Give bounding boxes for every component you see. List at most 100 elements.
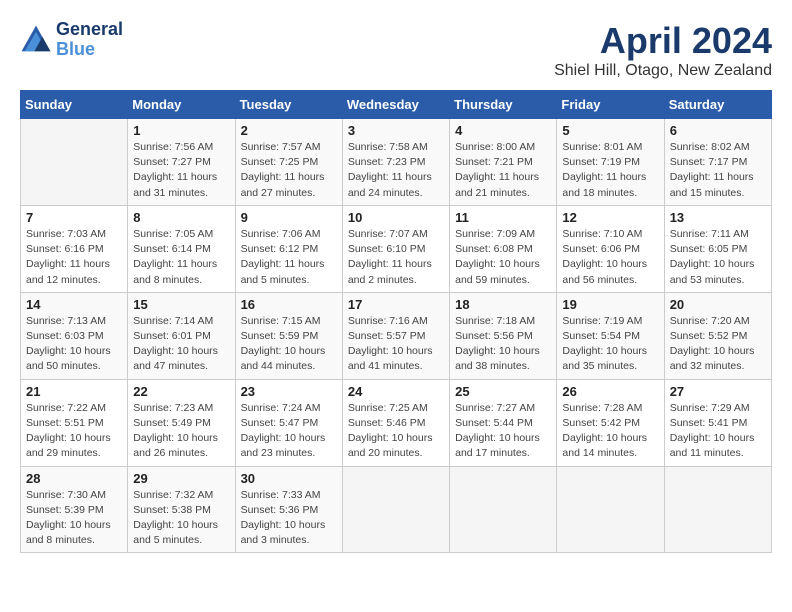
day-number: 23 — [241, 384, 337, 399]
calendar-cell: 21 Sunrise: 7:22 AMSunset: 5:51 PMDayligh… — [21, 379, 128, 466]
day-info: Sunrise: 7:06 AMSunset: 6:12 PMDaylight:… — [241, 227, 337, 288]
calendar-cell: 16Sunrise: 7:15 AMSunset: 5:59 PMDayligh… — [235, 292, 342, 379]
day-info: Sunrise: 7:29 AMSunset: 5:41 PMDaylight:… — [670, 401, 766, 462]
day-info: Sunrise: 7:10 AMSunset: 6:06 PMDaylight:… — [562, 227, 658, 288]
day-number: 29 — [133, 471, 229, 486]
day-number: 7 — [26, 210, 122, 225]
page-header: General Blue April 2024 Shiel Hill, Otag… — [20, 20, 772, 80]
calendar-cell: 13Sunrise: 7:11 AMSunset: 6:05 PMDayligh… — [664, 205, 771, 292]
day-info: Sunrise: 7:32 AMSunset: 5:38 PMDaylight:… — [133, 488, 229, 549]
day-info: Sunrise: 7:23 AMSunset: 5:49 PMDaylight:… — [133, 401, 229, 462]
day-info: Sunrise: 7:25 AMSunset: 5:46 PMDaylight:… — [348, 401, 444, 462]
calendar-cell — [450, 466, 557, 553]
day-number: 30 — [241, 471, 337, 486]
day-number: 26 — [562, 384, 658, 399]
day-info: Sunrise: 7:58 AMSunset: 7:23 PMDaylight:… — [348, 140, 444, 201]
logo-icon — [20, 24, 52, 56]
day-info: Sunrise: 7:18 AMSunset: 5:56 PMDaylight:… — [455, 314, 551, 375]
calendar-cell: 9 Sunrise: 7:06 AMSunset: 6:12 PMDaylight… — [235, 205, 342, 292]
day-number: 2 — [241, 123, 337, 138]
day-info: Sunrise: 7:19 AMSunset: 5:54 PMDaylight:… — [562, 314, 658, 375]
calendar-cell: 10Sunrise: 7:07 AMSunset: 6:10 PMDayligh… — [342, 205, 449, 292]
day-number: 21 — [26, 384, 122, 399]
header-cell-saturday: Saturday — [664, 91, 771, 119]
calendar-cell: 27 Sunrise: 7:29 AMSunset: 5:41 PMDayligh… — [664, 379, 771, 466]
calendar-cell — [664, 466, 771, 553]
day-number: 8 — [133, 210, 229, 225]
day-number: 25 — [455, 384, 551, 399]
day-number: 9 — [241, 210, 337, 225]
calendar-cell: 25 Sunrise: 7:27 AMSunset: 5:44 PMDayligh… — [450, 379, 557, 466]
day-info: Sunrise: 7:33 AMSunset: 5:36 PMDaylight:… — [241, 488, 337, 549]
calendar-title: April 2024 — [554, 20, 772, 62]
header-cell-sunday: Sunday — [21, 91, 128, 119]
day-info: Sunrise: 7:03 AMSunset: 6:16 PMDaylight:… — [26, 227, 122, 288]
calendar-cell: 1 Sunrise: 7:56 AMSunset: 7:27 PMDaylight… — [128, 119, 235, 206]
day-info: Sunrise: 7:16 AMSunset: 5:57 PMDaylight:… — [348, 314, 444, 375]
calendar-cell: 28 Sunrise: 7:30 AMSunset: 5:39 PMDayligh… — [21, 466, 128, 553]
calendar-cell: 12 Sunrise: 7:10 AMSunset: 6:06 PMDayligh… — [557, 205, 664, 292]
logo-line1: General — [56, 20, 123, 40]
calendar-cell — [21, 119, 128, 206]
day-info: Sunrise: 7:14 AMSunset: 6:01 PMDaylight:… — [133, 314, 229, 375]
day-info: Sunrise: 7:13 AMSunset: 6:03 PMDaylight:… — [26, 314, 122, 375]
day-number: 14 — [26, 297, 122, 312]
calendar-table: SundayMondayTuesdayWednesdayThursdayFrid… — [20, 90, 772, 553]
calendar-week-4: 21 Sunrise: 7:22 AMSunset: 5:51 PMDayligh… — [21, 379, 772, 466]
calendar-cell: 7 Sunrise: 7:03 AMSunset: 6:16 PMDaylight… — [21, 205, 128, 292]
calendar-cell: 24 Sunrise: 7:25 AMSunset: 5:46 PMDayligh… — [342, 379, 449, 466]
day-number: 16 — [241, 297, 337, 312]
day-info: Sunrise: 7:24 AMSunset: 5:47 PMDaylight:… — [241, 401, 337, 462]
day-number: 4 — [455, 123, 551, 138]
calendar-cell: 23 Sunrise: 7:24 AMSunset: 5:47 PMDayligh… — [235, 379, 342, 466]
day-number: 15 — [133, 297, 229, 312]
day-info: Sunrise: 7:22 AMSunset: 5:51 PMDaylight:… — [26, 401, 122, 462]
calendar-cell: 18 Sunrise: 7:18 AMSunset: 5:56 PMDayligh… — [450, 292, 557, 379]
calendar-cell: 22 Sunrise: 7:23 AMSunset: 5:49 PMDayligh… — [128, 379, 235, 466]
header-cell-thursday: Thursday — [450, 91, 557, 119]
day-info: Sunrise: 7:28 AMSunset: 5:42 PMDaylight:… — [562, 401, 658, 462]
day-info: Sunrise: 7:57 AMSunset: 7:25 PMDaylight:… — [241, 140, 337, 201]
day-info: Sunrise: 7:11 AMSunset: 6:05 PMDaylight:… — [670, 227, 766, 288]
day-number: 18 — [455, 297, 551, 312]
header-cell-tuesday: Tuesday — [235, 91, 342, 119]
day-number: 28 — [26, 471, 122, 486]
calendar-cell: 29 Sunrise: 7:32 AMSunset: 5:38 PMDayligh… — [128, 466, 235, 553]
day-number: 22 — [133, 384, 229, 399]
calendar-cell: 8 Sunrise: 7:05 AMSunset: 6:14 PMDaylight… — [128, 205, 235, 292]
calendar-cell: 26 Sunrise: 7:28 AMSunset: 5:42 PMDayligh… — [557, 379, 664, 466]
calendar-week-1: 1 Sunrise: 7:56 AMSunset: 7:27 PMDaylight… — [21, 119, 772, 206]
day-info: Sunrise: 7:27 AMSunset: 5:44 PMDaylight:… — [455, 401, 551, 462]
calendar-cell: 17 Sunrise: 7:16 AMSunset: 5:57 PMDayligh… — [342, 292, 449, 379]
calendar-cell: 15 Sunrise: 7:14 AMSunset: 6:01 PMDayligh… — [128, 292, 235, 379]
day-number: 3 — [348, 123, 444, 138]
day-info: Sunrise: 7:56 AMSunset: 7:27 PMDaylight:… — [133, 140, 229, 201]
day-info: Sunrise: 7:05 AMSunset: 6:14 PMDaylight:… — [133, 227, 229, 288]
day-info: Sunrise: 8:02 AMSunset: 7:17 PMDaylight:… — [670, 140, 766, 201]
day-info: Sunrise: 7:20 AMSunset: 5:52 PMDaylight:… — [670, 314, 766, 375]
day-number: 12 — [562, 210, 658, 225]
calendar-header: SundayMondayTuesdayWednesdayThursdayFrid… — [21, 91, 772, 119]
day-number: 11 — [455, 210, 551, 225]
day-number: 1 — [133, 123, 229, 138]
calendar-cell: 20 Sunrise: 7:20 AMSunset: 5:52 PMDayligh… — [664, 292, 771, 379]
calendar-week-2: 7 Sunrise: 7:03 AMSunset: 6:16 PMDaylight… — [21, 205, 772, 292]
calendar-cell — [342, 466, 449, 553]
day-number: 24 — [348, 384, 444, 399]
day-number: 19 — [562, 297, 658, 312]
calendar-cell — [557, 466, 664, 553]
title-block: April 2024 Shiel Hill, Otago, New Zealan… — [554, 20, 772, 80]
calendar-cell: 30 Sunrise: 7:33 AMSunset: 5:36 PMDayligh… — [235, 466, 342, 553]
day-number: 20 — [670, 297, 766, 312]
calendar-subtitle: Shiel Hill, Otago, New Zealand — [554, 62, 772, 80]
calendar-week-5: 28 Sunrise: 7:30 AMSunset: 5:39 PMDayligh… — [21, 466, 772, 553]
header-cell-friday: Friday — [557, 91, 664, 119]
calendar-cell: 19 Sunrise: 7:19 AMSunset: 5:54 PMDayligh… — [557, 292, 664, 379]
logo: General Blue — [20, 20, 123, 60]
day-info: Sunrise: 7:30 AMSunset: 5:39 PMDaylight:… — [26, 488, 122, 549]
day-number: 6 — [670, 123, 766, 138]
day-info: Sunrise: 7:09 AMSunset: 6:08 PMDaylight:… — [455, 227, 551, 288]
day-number: 27 — [670, 384, 766, 399]
day-number: 17 — [348, 297, 444, 312]
calendar-cell: 3 Sunrise: 7:58 AMSunset: 7:23 PMDaylight… — [342, 119, 449, 206]
